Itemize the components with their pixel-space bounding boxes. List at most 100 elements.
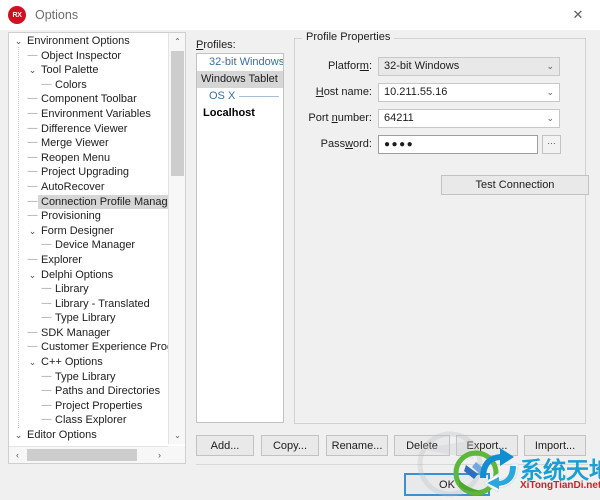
tree-branch-icon: — <box>27 166 38 178</box>
rename-button[interactable]: Rename... <box>326 435 388 456</box>
tree-item[interactable]: ⌄ Delphi Options <box>9 268 168 283</box>
close-icon[interactable]: ✕ <box>556 0 600 29</box>
chevron-down-icon[interactable]: ⌄ <box>27 224 38 239</box>
chevron-down-icon[interactable]: ⌄ <box>13 428 24 443</box>
tree-item[interactable]: — Provisioning <box>9 209 168 224</box>
profiles-label: Profiles: <box>196 39 236 51</box>
tree-item[interactable]: — Reopen Menu <box>9 151 168 166</box>
tree-item[interactable]: — Type Library <box>9 311 168 326</box>
rad-studio-icon: RX <box>8 6 26 24</box>
scroll-down-icon[interactable]: ⌄ <box>169 427 186 444</box>
tree-item-label: Reopen Menu <box>41 151 111 164</box>
tree-branch-icon: — <box>27 443 38 445</box>
add-button[interactable]: Add... <box>196 435 254 456</box>
tree-item[interactable]: — Component Toolbar <box>9 92 168 107</box>
port-number-label-pre: Port <box>308 112 332 124</box>
chevron-down-icon[interactable]: ⌄ <box>546 58 554 75</box>
horizontal-scroll-thumb[interactable] <box>27 449 137 461</box>
tree-item[interactable]: — Project Properties <box>9 399 168 414</box>
tree-item[interactable]: — Colors <box>9 78 168 93</box>
profile-list-item[interactable]: Windows Tablet <box>197 71 283 88</box>
tree-item[interactable]: ⌄ Editor Options <box>9 428 168 443</box>
tree-item[interactable]: —Source Options <box>9 443 168 445</box>
tree-item[interactable]: — Class Explorer <box>9 413 168 428</box>
tree-branch-icon: — <box>27 195 38 207</box>
tree-item-label: Connection Profile Manager <box>38 194 168 210</box>
import-button[interactable]: Import... <box>524 435 586 456</box>
platform-row: Platform: 32-bit Windows ⌄ <box>300 56 560 76</box>
tree-item[interactable]: ⌄ Environment Options <box>9 34 168 49</box>
chevron-down-icon[interactable]: ⌄ <box>27 63 38 78</box>
tree-branch-icon: — <box>27 180 38 192</box>
port-number-row: Port number: 64211 ⌄ <box>300 108 560 128</box>
tree-item-label: Component Toolbar <box>41 93 137 106</box>
tree-branch-icon: — <box>27 137 38 149</box>
tree-item[interactable]: — Library - Translated <box>9 297 168 312</box>
tree-item[interactable]: —Customer Experience Program <box>9 340 169 355</box>
scroll-left-icon[interactable]: ‹ <box>9 447 26 463</box>
tree-item[interactable]: — Paths and Directories <box>9 384 168 399</box>
host-name-label-mnemonic: H <box>315 86 324 98</box>
window-title: Options <box>35 8 79 22</box>
tree-item[interactable]: ⌄ C++ Options <box>9 355 168 370</box>
profile-properties-title: Profile Properties <box>302 31 395 43</box>
export-button[interactable]: Export... <box>456 435 518 456</box>
options-tree-panel: ⌄ Environment Options — Object Inspector ⌄ To… <box>8 32 186 464</box>
profile-list-item-label: Windows Tablet <box>201 73 278 85</box>
footer-separator <box>196 464 588 465</box>
scroll-right-icon[interactable]: › <box>151 447 168 463</box>
scrollbar-corner <box>168 446 185 463</box>
chevron-down-icon[interactable]: ⌄ <box>546 110 554 127</box>
password-label: Password: <box>300 138 378 150</box>
profiles-listbox[interactable]: 32-bit Windows Windows Tablet OS X Localhos… <box>196 53 284 423</box>
dialog-footer: OK <box>0 464 600 500</box>
chevron-down-icon[interactable]: ⌄ <box>27 268 38 283</box>
port-number-combobox[interactable]: 64211 ⌄ <box>378 108 560 128</box>
tree-vertical-scrollbar[interactable]: ⌃ ⌄ <box>168 33 185 444</box>
password-browse-button[interactable]: … <box>542 134 561 154</box>
chevron-down-icon[interactable]: ⌄ <box>546 84 554 101</box>
tree-item[interactable]: — Library <box>9 282 168 297</box>
delete-button[interactable]: Delete <box>394 435 450 456</box>
tree-item[interactable]: — Type Library <box>9 370 168 385</box>
tree-branch-icon: — <box>41 297 52 309</box>
tree-item[interactable]: — Device Manager <box>9 238 168 253</box>
tree-item[interactable]: — AutoRecover <box>9 180 168 195</box>
host-name-value: 10.211.55.16 <box>384 85 448 98</box>
tree-item-label: SDK Manager <box>41 326 111 339</box>
vertical-scroll-thumb[interactable] <box>171 51 184 176</box>
tree-item[interactable]: — Environment Variables <box>9 107 168 122</box>
tree-horizontal-scrollbar[interactable]: ‹ › <box>9 446 168 463</box>
scroll-up-icon[interactable]: ⌃ <box>169 33 186 50</box>
tree-item-label: Provisioning <box>41 210 101 223</box>
profile-list-item[interactable]: 32-bit Windows <box>197 54 283 71</box>
tree-item[interactable]: ⌄ Form Designer <box>9 224 168 239</box>
tree-item[interactable]: — Merge Viewer <box>9 136 168 151</box>
tree-item[interactable]: — Project Upgrading <box>9 165 168 180</box>
tree-item[interactable]: — Connection Profile Manager <box>9 194 168 210</box>
tree-item-label: AutoRecover <box>41 180 105 193</box>
chevron-down-icon[interactable]: ⌄ <box>13 34 24 49</box>
host-name-combobox[interactable]: 10.211.55.16 ⌄ <box>378 82 560 102</box>
tree-item[interactable]: — SDK Manager <box>9 326 168 341</box>
tree-item-label: Class Explorer <box>55 414 127 427</box>
host-name-label-post: ost name: <box>323 86 372 98</box>
tree-item[interactable]: — Difference Viewer <box>9 122 168 137</box>
tree-item[interactable]: — Explorer <box>9 253 168 268</box>
profile-list-item[interactable]: OS X <box>197 88 283 105</box>
copy-button[interactable]: Copy... <box>261 435 319 456</box>
password-input[interactable]: ●●●● <box>378 134 538 154</box>
tree-item-label: Library - Translated <box>55 297 150 310</box>
tree-item[interactable]: — Object Inspector <box>9 49 168 64</box>
password-row: Password: ●●●● … <box>300 134 561 154</box>
chevron-down-icon[interactable]: ⌄ <box>27 355 38 370</box>
profile-list-item-label: 32-bit Windows <box>209 56 284 68</box>
profile-list-item-label: Localhost <box>203 107 255 119</box>
tree-item-label: Library <box>55 283 89 296</box>
test-connection-button[interactable]: Test Connection <box>441 175 589 195</box>
options-tree[interactable]: ⌄ Environment Options — Object Inspector ⌄ To… <box>9 33 168 444</box>
ok-button[interactable]: OK <box>404 473 490 496</box>
platform-combobox[interactable]: 32-bit Windows ⌄ <box>378 56 560 76</box>
tree-item[interactable]: ⌄ Tool Palette <box>9 63 168 78</box>
profile-list-item[interactable]: Localhost <box>197 105 283 122</box>
